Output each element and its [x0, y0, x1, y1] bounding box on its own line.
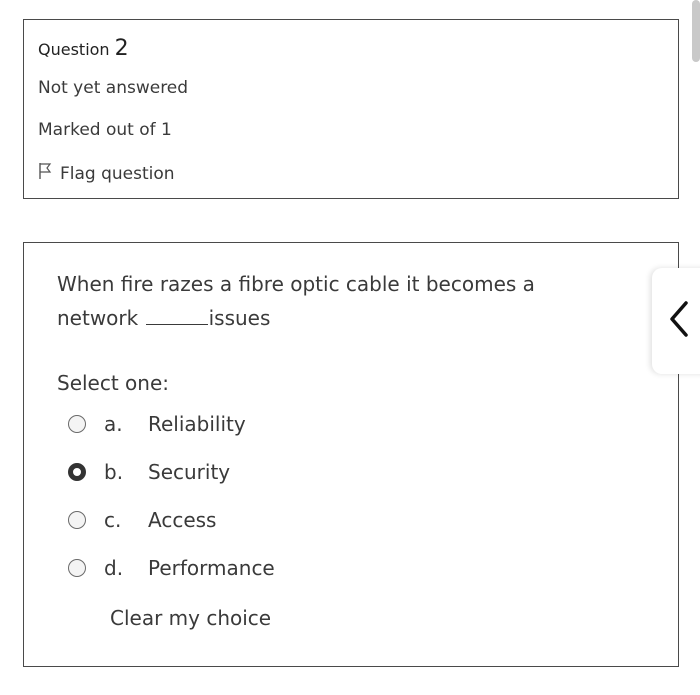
option-d[interactable]: d. Performance [68, 553, 275, 583]
select-one-prompt: Select one: [57, 371, 170, 395]
marks-info: Marked out of 1 [38, 120, 172, 140]
option-c[interactable]: c. Access [68, 505, 216, 535]
flag-question-link[interactable]: Flag question [38, 162, 175, 185]
question-text: When fire razes a fibre optic cable it b… [57, 267, 617, 335]
option-d-label[interactable]: Performance [148, 556, 275, 580]
clear-choice-link[interactable]: Clear my choice [110, 606, 271, 630]
radio-option-c[interactable] [68, 511, 86, 529]
radio-option-a[interactable] [68, 415, 86, 433]
option-a-letter: a. [104, 412, 123, 436]
radio-option-b[interactable] [68, 463, 86, 481]
question-content-panel: When fire razes a fibre optic cable it b… [23, 242, 679, 667]
question-text-before: When fire razes a fibre optic cable it b… [57, 272, 535, 330]
question-info-panel: Question 2 Not yet answered Marked out o… [23, 19, 679, 199]
option-c-letter: c. [104, 508, 122, 532]
radio-option-d[interactable] [68, 559, 86, 577]
question-text-after: issues [208, 306, 271, 330]
flag-question-label: Flag question [60, 163, 175, 184]
question-label: Question [38, 40, 110, 59]
question-number: 2 [114, 36, 129, 61]
scrollbar[interactable] [692, 0, 700, 62]
answer-blank [145, 308, 208, 325]
option-d-letter: d. [104, 556, 124, 580]
drawer-toggle-button[interactable] [652, 268, 700, 374]
option-b-label[interactable]: Security [148, 460, 230, 484]
option-b[interactable]: b. Security [68, 457, 230, 487]
question-title: Question 2 [38, 36, 129, 61]
option-b-letter: b. [104, 460, 124, 484]
option-a[interactable]: a. Reliability [68, 409, 246, 439]
option-a-label[interactable]: Reliability [148, 412, 246, 436]
chevron-left-icon [652, 299, 692, 343]
flag-icon [38, 162, 52, 185]
answer-status: Not yet answered [38, 78, 189, 98]
option-c-label[interactable]: Access [148, 508, 216, 532]
